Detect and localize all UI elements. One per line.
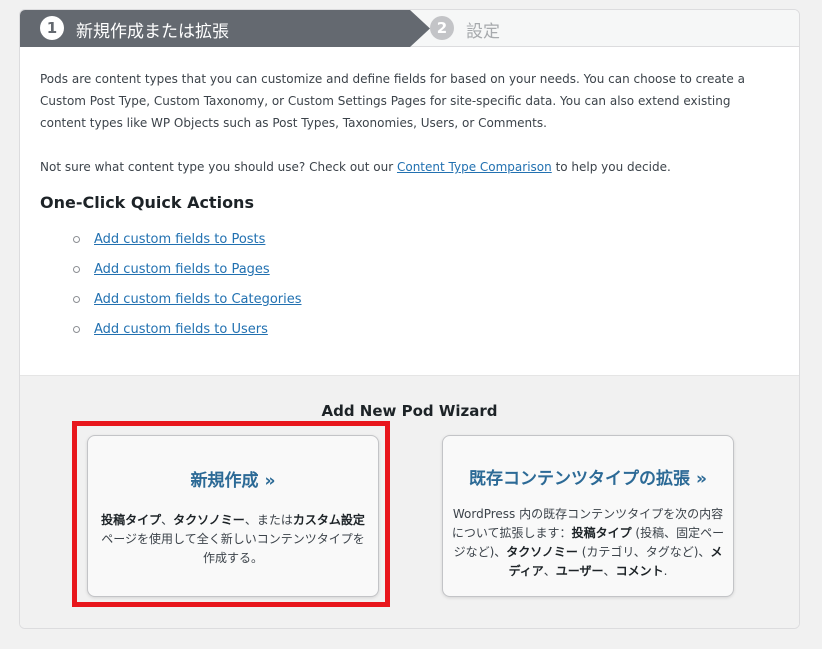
list-item: Add custom fields to Posts [70,230,302,260]
add-new-pod-wizard: Add New Pod Wizard 新規作成 » 投稿タイプ、タクソノミー、ま… [20,375,799,628]
bullet-icon [73,236,80,243]
step-1: 1 新規作成または拡張 [20,10,430,47]
quick-actions-list: Add custom fields to Posts Add custom fi… [70,230,302,350]
intro-text: Pods are content types that you can cust… [40,68,780,178]
step-1-label: 新規作成または拡張 [76,22,229,42]
help-text-before: Not sure what content type you should us… [40,160,397,174]
step-2-label: 設定 [466,22,500,42]
pods-setup-panel: 2 設定 1 新規作成または拡張 Pods are content types … [19,9,800,629]
desc-text: 、 [161,513,174,527]
quick-action-pages-link[interactable]: Add custom fields to Pages [94,262,270,277]
desc-strong: タクソノミー [173,513,245,527]
create-new-description: 投稿タイプ、タクソノミー、またはカスタム設定ページを使用して全く新しいコンテンツ… [100,511,366,568]
extend-existing-description: WordPress 内の既存コンテンツタイプを次の内容について拡張します：投稿タ… [451,505,725,581]
desc-strong: 投稿タイプ [571,526,632,540]
create-new-button[interactable]: 新規作成 » 投稿タイプ、タクソノミー、またはカスタム設定ページを使用して全く新… [87,435,379,597]
desc-strong: ユーザー [555,564,604,578]
intro-help-paragraph: Not sure what content type you should us… [40,156,780,178]
desc-text: ページを使用して全く新しいコンテンツタイプを作成する。 [101,532,365,565]
list-item: Add custom fields to Categories [70,290,302,320]
desc-strong: タクソノミー [506,545,578,559]
desc-strong: コメント [615,564,664,578]
list-item: Add custom fields to Pages [70,260,302,290]
list-item: Add custom fields to Users [70,320,302,350]
step-1-number: 1 [40,16,64,40]
create-new-title: 新規作成 » [190,471,276,491]
bullet-icon [73,326,80,333]
quick-actions-title: One-Click Quick Actions [40,193,254,212]
intro-paragraph: Pods are content types that you can cust… [40,72,745,130]
desc-text: (カテゴリ、タグなど)、 [577,545,711,559]
extend-existing-title: 既存コンテンツタイプの拡張 » [469,469,707,489]
wizard-steps: 2 設定 1 新規作成または拡張 [20,10,799,47]
desc-text: 、または [244,513,293,527]
wizard-title: Add New Pod Wizard [321,402,498,420]
help-text-after: to help you decide. [551,160,671,174]
desc-text: 、 [603,564,616,578]
quick-action-posts-link[interactable]: Add custom fields to Posts [94,232,265,247]
desc-text: . [663,564,668,578]
step-2-number: 2 [430,16,454,40]
extend-existing-button[interactable]: 既存コンテンツタイプの拡張 » WordPress 内の既存コンテンツタイプを次… [442,435,734,597]
quick-action-categories-link[interactable]: Add custom fields to Categories [94,292,302,307]
content-type-comparison-link[interactable]: Content Type Comparison [397,160,552,174]
bullet-icon [73,296,80,303]
quick-action-users-link[interactable]: Add custom fields to Users [94,322,268,337]
desc-text: 、 [543,564,556,578]
desc-strong: 投稿タイプ [101,513,162,527]
bullet-icon [73,266,80,273]
desc-strong: カスタム設定 [292,513,365,527]
